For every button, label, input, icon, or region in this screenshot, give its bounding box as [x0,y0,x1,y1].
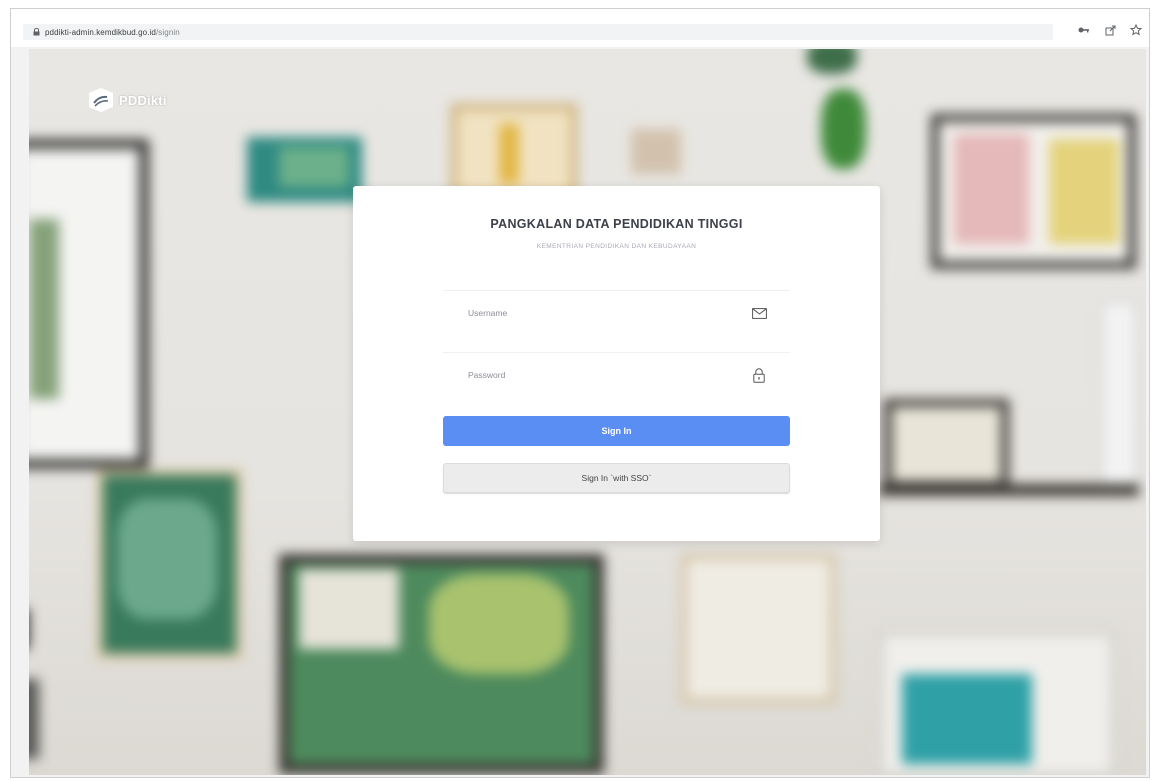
key-icon[interactable] [1077,23,1091,37]
url-text: pddikti-admin.kemdikbud.go.id/signin [45,28,180,37]
url-host: pddikti-admin.kemdikbud.go.id [45,27,156,37]
pddikti-logo[interactable]: PDDikti [87,87,167,113]
login-card: PANGKALAN DATA PENDIDIKAN TINGGI KEMENTR… [353,186,880,541]
bookmark-star-icon[interactable] [1129,23,1143,37]
mail-icon [750,305,768,321]
username-field[interactable] [443,290,790,335]
address-bar: pddikti-admin.kemdikbud.go.id/signin [11,9,1149,47]
page-title: PANGKALAN DATA PENDIDIKAN TINGGI [490,217,743,231]
sign-in-sso-button[interactable]: Sign In `with SSO` [443,463,790,493]
lock-icon [750,367,768,383]
password-input[interactable] [443,369,730,381]
share-icon[interactable] [1103,23,1117,37]
browser-toolbar-icons [1077,23,1143,37]
url-path: /signin [155,27,180,37]
password-field[interactable] [443,352,790,397]
url-field[interactable]: pddikti-admin.kemdikbud.go.id/signin [23,24,1053,40]
logo-text: PDDikti [119,92,167,108]
page-subtitle: KEMENTRIAN PENDIDIKAN DAN KEBUDAYAAN [536,243,697,250]
pddikti-logo-icon [89,88,113,112]
username-input[interactable] [443,307,730,319]
site-info-icon[interactable] [29,25,43,39]
browser-window: pddikti-admin.kemdikbud.go.id/signin PDD… [10,8,1150,778]
sign-in-button[interactable]: Sign In [443,416,790,446]
